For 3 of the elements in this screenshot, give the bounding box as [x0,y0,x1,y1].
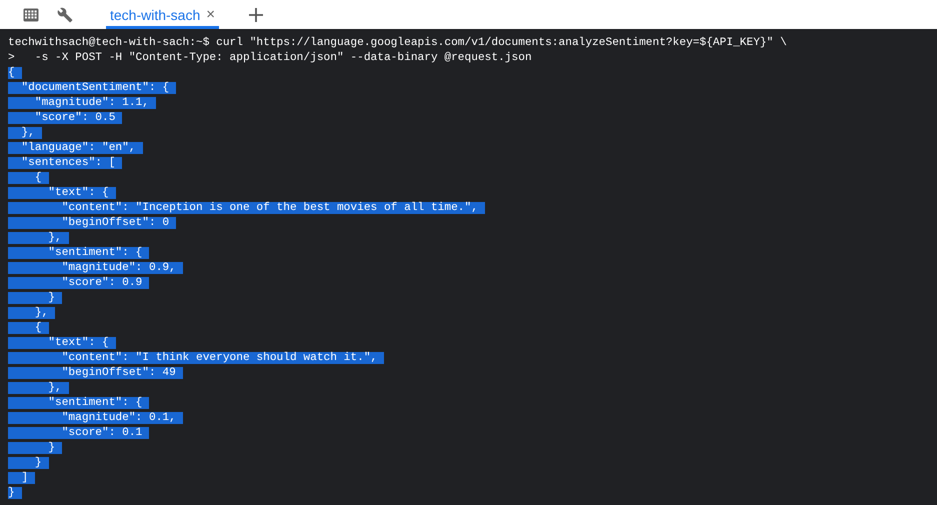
terminal-line: > -s -X POST -H "Content-Type: application/json" --data-binary @request.json [8,52,532,64]
close-icon[interactable]: × [206,6,216,23]
terminal-line: techwithsach@tech-with-sach:~$ curl "https://language.googleapis.com/v1/documents:analyzeSentiment?key=${API_KEY}" \ [8,37,787,49]
